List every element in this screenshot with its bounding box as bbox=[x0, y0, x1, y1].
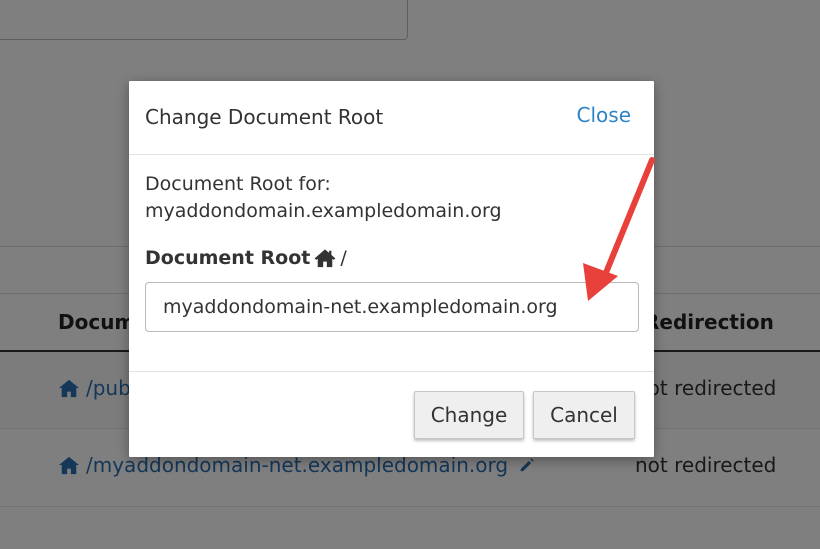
close-button[interactable]: Close bbox=[577, 103, 631, 127]
document-root-field-label: Document Root / bbox=[145, 247, 347, 269]
field-label-text: Document Root bbox=[145, 247, 311, 269]
home-icon bbox=[314, 249, 336, 268]
cancel-button[interactable]: Cancel bbox=[533, 391, 635, 439]
change-button[interactable]: Change bbox=[414, 391, 524, 439]
domain-name: myaddondomain.exampledomain.org bbox=[145, 200, 502, 222]
change-document-root-dialog: Change Document Root Close Document Root… bbox=[129, 81, 654, 457]
document-root-for-label: Document Root for: bbox=[145, 173, 331, 195]
dialog-body: Document Root for: myaddondomain.example… bbox=[129, 155, 654, 372]
dialog-title: Change Document Root bbox=[145, 105, 384, 129]
document-root-input[interactable] bbox=[145, 282, 639, 332]
field-label-suffix: / bbox=[340, 247, 347, 269]
dialog-footer: Change Cancel bbox=[129, 371, 654, 457]
dialog-header: Change Document Root Close bbox=[129, 81, 654, 155]
